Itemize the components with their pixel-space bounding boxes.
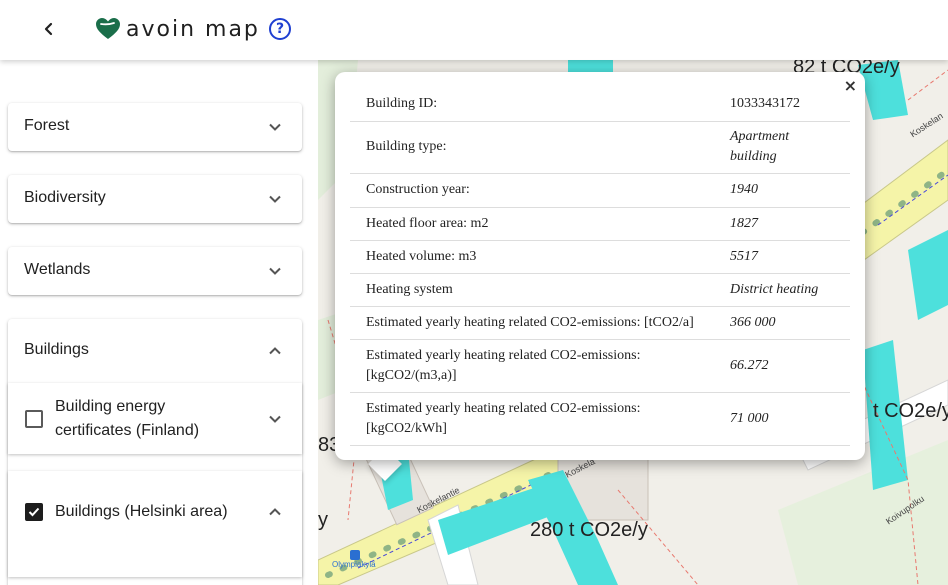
layer-checkbox-checked[interactable]: [25, 503, 43, 521]
chevron-left-icon: [44, 22, 53, 36]
chevron-up-icon[interactable]: [268, 505, 282, 519]
accordion-title: Buildings: [24, 341, 89, 358]
info-label-line: Estimated yearly heating related CO2-emi…: [366, 347, 641, 363]
info-label: Building type:: [350, 121, 715, 174]
info-label: Building ID:: [350, 87, 715, 122]
info-value: Apartment building: [715, 121, 850, 174]
accordion-title: Forest: [24, 117, 70, 134]
table-row: Heated volume: m3 5517: [350, 240, 850, 274]
info-label: Estimated yearly heating related CO2-emi…: [350, 306, 715, 340]
table-row: Estimated yearly heating related CO2-emi…: [350, 339, 850, 393]
info-label: Heating system: [350, 273, 715, 307]
info-label: Construction year:: [350, 173, 715, 208]
layer-building-energy-certificates[interactable]: Building energy certificates (Finland): [8, 383, 302, 454]
info-value: 1033343172: [715, 87, 850, 122]
chevron-down-icon[interactable]: [268, 120, 282, 134]
info-label: Heated floor area: m2: [350, 207, 715, 241]
accordion-title: Biodiversity: [24, 189, 106, 206]
layer-sidebar: Forest Biodiversity Wetlands Buildings B…: [0, 60, 318, 585]
accordion-forest[interactable]: Forest: [8, 103, 302, 151]
layer-checkbox[interactable]: [25, 410, 43, 428]
layer-buildings-helsinki[interactable]: Buildings (Helsinki area): [8, 471, 302, 577]
info-value-line: building: [730, 149, 777, 164]
chevron-down-icon[interactable]: [268, 412, 282, 426]
table-row: Building type: Apartment building: [350, 121, 850, 174]
accordion-biodiversity[interactable]: Biodiversity: [8, 175, 302, 223]
app-header: avoin map ?: [0, 0, 948, 60]
chevron-down-icon[interactable]: [268, 264, 282, 278]
app-logo[interactable]: avoin map: [96, 13, 260, 45]
layer-label-line: certificates (Finland): [55, 422, 200, 439]
table-row: Building ID: 1033343172: [350, 87, 850, 122]
table-row: Heating system District heating: [350, 273, 850, 307]
info-label-line: [kgCO2/(m3,a)]: [366, 367, 457, 383]
back-button[interactable]: [38, 18, 60, 40]
info-value: 71 000: [715, 392, 850, 446]
table-row: Estimated yearly heating related CO2-emi…: [350, 306, 850, 340]
checkmark-icon: [28, 507, 40, 517]
table-row: Heated floor area: m2 1827: [350, 207, 850, 241]
layer-label-line: Building energy: [55, 398, 166, 415]
info-label: Heated volume: m3: [350, 240, 715, 274]
chevron-down-icon[interactable]: [268, 192, 282, 206]
chevron-up-icon[interactable]: [268, 344, 282, 358]
stop-label: Olympiakylä: [332, 560, 376, 569]
help-button[interactable]: ?: [269, 18, 291, 40]
info-value: 66.272: [715, 339, 850, 393]
info-value-line: Apartment: [730, 129, 790, 144]
table-row: Estimated yearly heating related CO2-emi…: [350, 392, 850, 446]
accordion-title: Wetlands: [24, 261, 91, 278]
building-info-popup: × Building ID: 1033343172 Building type:…: [335, 72, 865, 460]
info-label: Estimated yearly heating related CO2-emi…: [350, 392, 715, 446]
info-value: 1827: [715, 207, 850, 241]
accordion-wetlands[interactable]: Wetlands: [8, 247, 302, 295]
info-value: District heating: [715, 273, 850, 307]
info-value: 1940: [715, 173, 850, 208]
layer-label: Buildings (Helsinki area): [55, 503, 228, 520]
table-row: Construction year: 1940: [350, 173, 850, 208]
co2-label-right: t CO2e/y: [873, 400, 948, 422]
heart-leaf-icon: [96, 18, 120, 39]
info-label-line: Estimated yearly heating related CO2-emi…: [366, 400, 641, 416]
logo-text: avoin map: [126, 16, 260, 42]
info-value: 366 000: [715, 306, 850, 340]
info-label: Estimated yearly heating related CO2-emi…: [350, 339, 715, 393]
info-label-line: [kgCO2/kWh]: [366, 420, 447, 436]
layer-label: Building energy certificates (Finland): [55, 395, 199, 443]
info-value: 5517: [715, 240, 850, 274]
co2-label-fragment: y: [318, 509, 328, 531]
co2-label-bottom: 280 t CO2e/y: [530, 519, 648, 541]
building-info-table: Building ID: 1033343172 Building type: A…: [350, 87, 850, 446]
bus-stop-icon[interactable]: [350, 550, 360, 560]
